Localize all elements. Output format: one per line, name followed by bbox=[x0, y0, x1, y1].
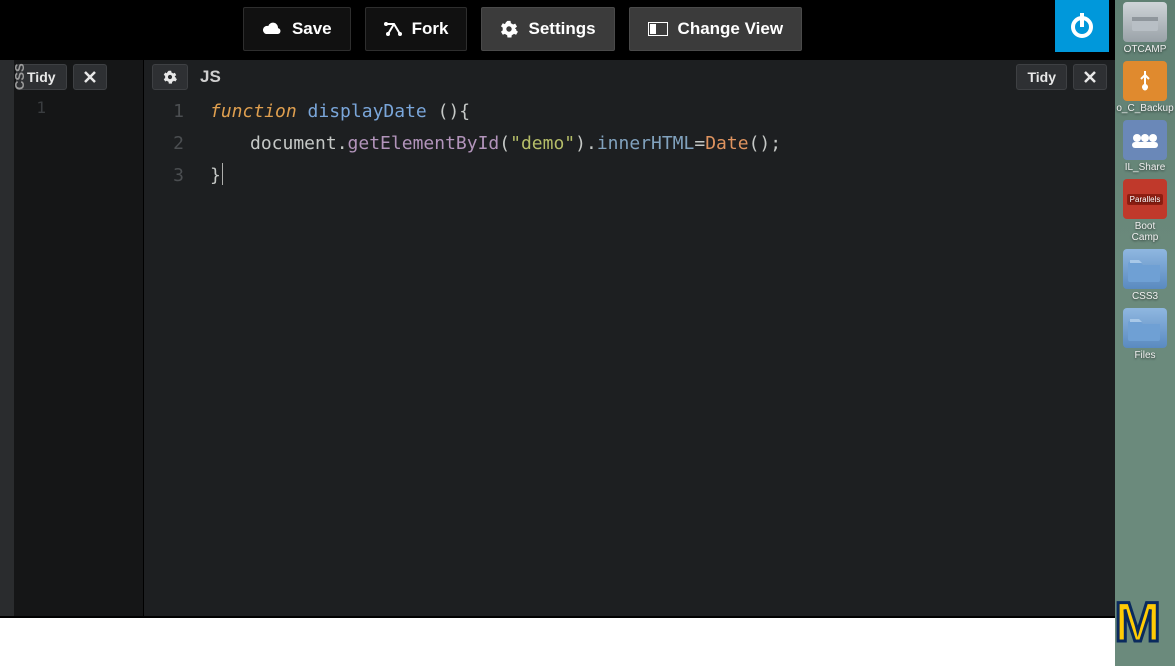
michigan-logo: M bbox=[1114, 589, 1157, 654]
js-close-button[interactable] bbox=[1073, 64, 1107, 90]
desktop-share[interactable]: IL_Share bbox=[1122, 120, 1168, 173]
folder-icon bbox=[1123, 308, 1167, 348]
line-num-2: 2 bbox=[144, 128, 192, 160]
desktop-drive-usb[interactable]: o_C_Backup bbox=[1122, 61, 1168, 114]
css-drag-handle[interactable]: CSS bbox=[0, 60, 14, 616]
tok-brace: } bbox=[210, 165, 221, 186]
fork-button[interactable]: Fork bbox=[365, 7, 468, 51]
settings-label: Settings bbox=[528, 19, 595, 39]
tok-keyword: function bbox=[210, 101, 297, 122]
tok-function-name: displayDate bbox=[308, 101, 427, 122]
desktop-folder-css3[interactable]: CSS3 bbox=[1122, 249, 1168, 302]
parallels-icon: Parallels bbox=[1123, 179, 1167, 219]
line-num-3: 3 bbox=[144, 160, 192, 192]
save-button[interactable]: Save bbox=[243, 7, 351, 51]
fork-label: Fork bbox=[412, 19, 449, 39]
tok-method: getElementById bbox=[348, 133, 500, 154]
css-close-button[interactable] bbox=[73, 64, 107, 90]
tok-ident: document bbox=[250, 133, 337, 154]
folder-icon bbox=[1123, 249, 1167, 289]
css-line-1: 1 bbox=[0, 98, 60, 117]
gear-icon bbox=[500, 20, 518, 38]
power-icon bbox=[1067, 11, 1097, 41]
close-icon bbox=[84, 71, 96, 83]
gear-icon bbox=[163, 70, 177, 84]
code-editor[interactable]: 1 2 3 function displayDate (){ document.… bbox=[144, 96, 1115, 616]
js-tidy-button[interactable]: Tidy bbox=[1016, 64, 1067, 90]
fork-icon bbox=[384, 21, 402, 37]
js-pane[interactable]: JS Tidy 1 2 3 function bbox=[144, 60, 1115, 616]
tok-call: Date bbox=[705, 133, 748, 154]
desktop-folder-files[interactable]: Files bbox=[1122, 308, 1168, 361]
editor-area: CSS Tidy 1 JS bbox=[0, 60, 1115, 616]
js-settings-button[interactable] bbox=[152, 64, 188, 90]
desktop-parallels[interactable]: Parallels Boot Camp bbox=[1122, 179, 1168, 243]
codepen-window: Save Fork Settings Change View bbox=[0, 0, 1115, 666]
tok-prop: innerHTML bbox=[597, 133, 695, 154]
line-gutter: 1 2 3 bbox=[144, 96, 192, 192]
settings-button[interactable]: Settings bbox=[481, 7, 614, 51]
cloud-icon bbox=[262, 22, 282, 36]
css-pane[interactable]: CSS Tidy 1 bbox=[0, 60, 144, 616]
save-label: Save bbox=[292, 19, 332, 39]
desktop-icons: OTCAMP o_C_Backup IL_Share Parallels Boo… bbox=[1115, 0, 1175, 666]
line-num-1: 1 bbox=[144, 96, 192, 128]
code-content[interactable]: function displayDate (){ document.getEle… bbox=[210, 96, 1115, 192]
change-view-label: Change View bbox=[678, 19, 784, 39]
tok-string: "demo" bbox=[510, 133, 575, 154]
usb-drive-icon bbox=[1123, 61, 1167, 101]
output-pane[interactable] bbox=[0, 618, 1115, 666]
close-icon bbox=[1084, 71, 1096, 83]
network-share-icon bbox=[1123, 120, 1167, 160]
text-cursor bbox=[222, 163, 223, 185]
tok-punc: (){ bbox=[438, 101, 471, 122]
css-handle-label: CSS bbox=[12, 63, 27, 90]
desktop-drive-bootcamp[interactable]: OTCAMP bbox=[1122, 2, 1168, 55]
hard-drive-icon bbox=[1123, 2, 1167, 42]
change-view-button[interactable]: Change View bbox=[629, 7, 803, 51]
power-button[interactable] bbox=[1055, 0, 1109, 52]
top-toolbar: Save Fork Settings Change View bbox=[0, 0, 1115, 58]
layout-icon bbox=[648, 22, 668, 36]
js-lang-label: JS bbox=[200, 67, 221, 87]
